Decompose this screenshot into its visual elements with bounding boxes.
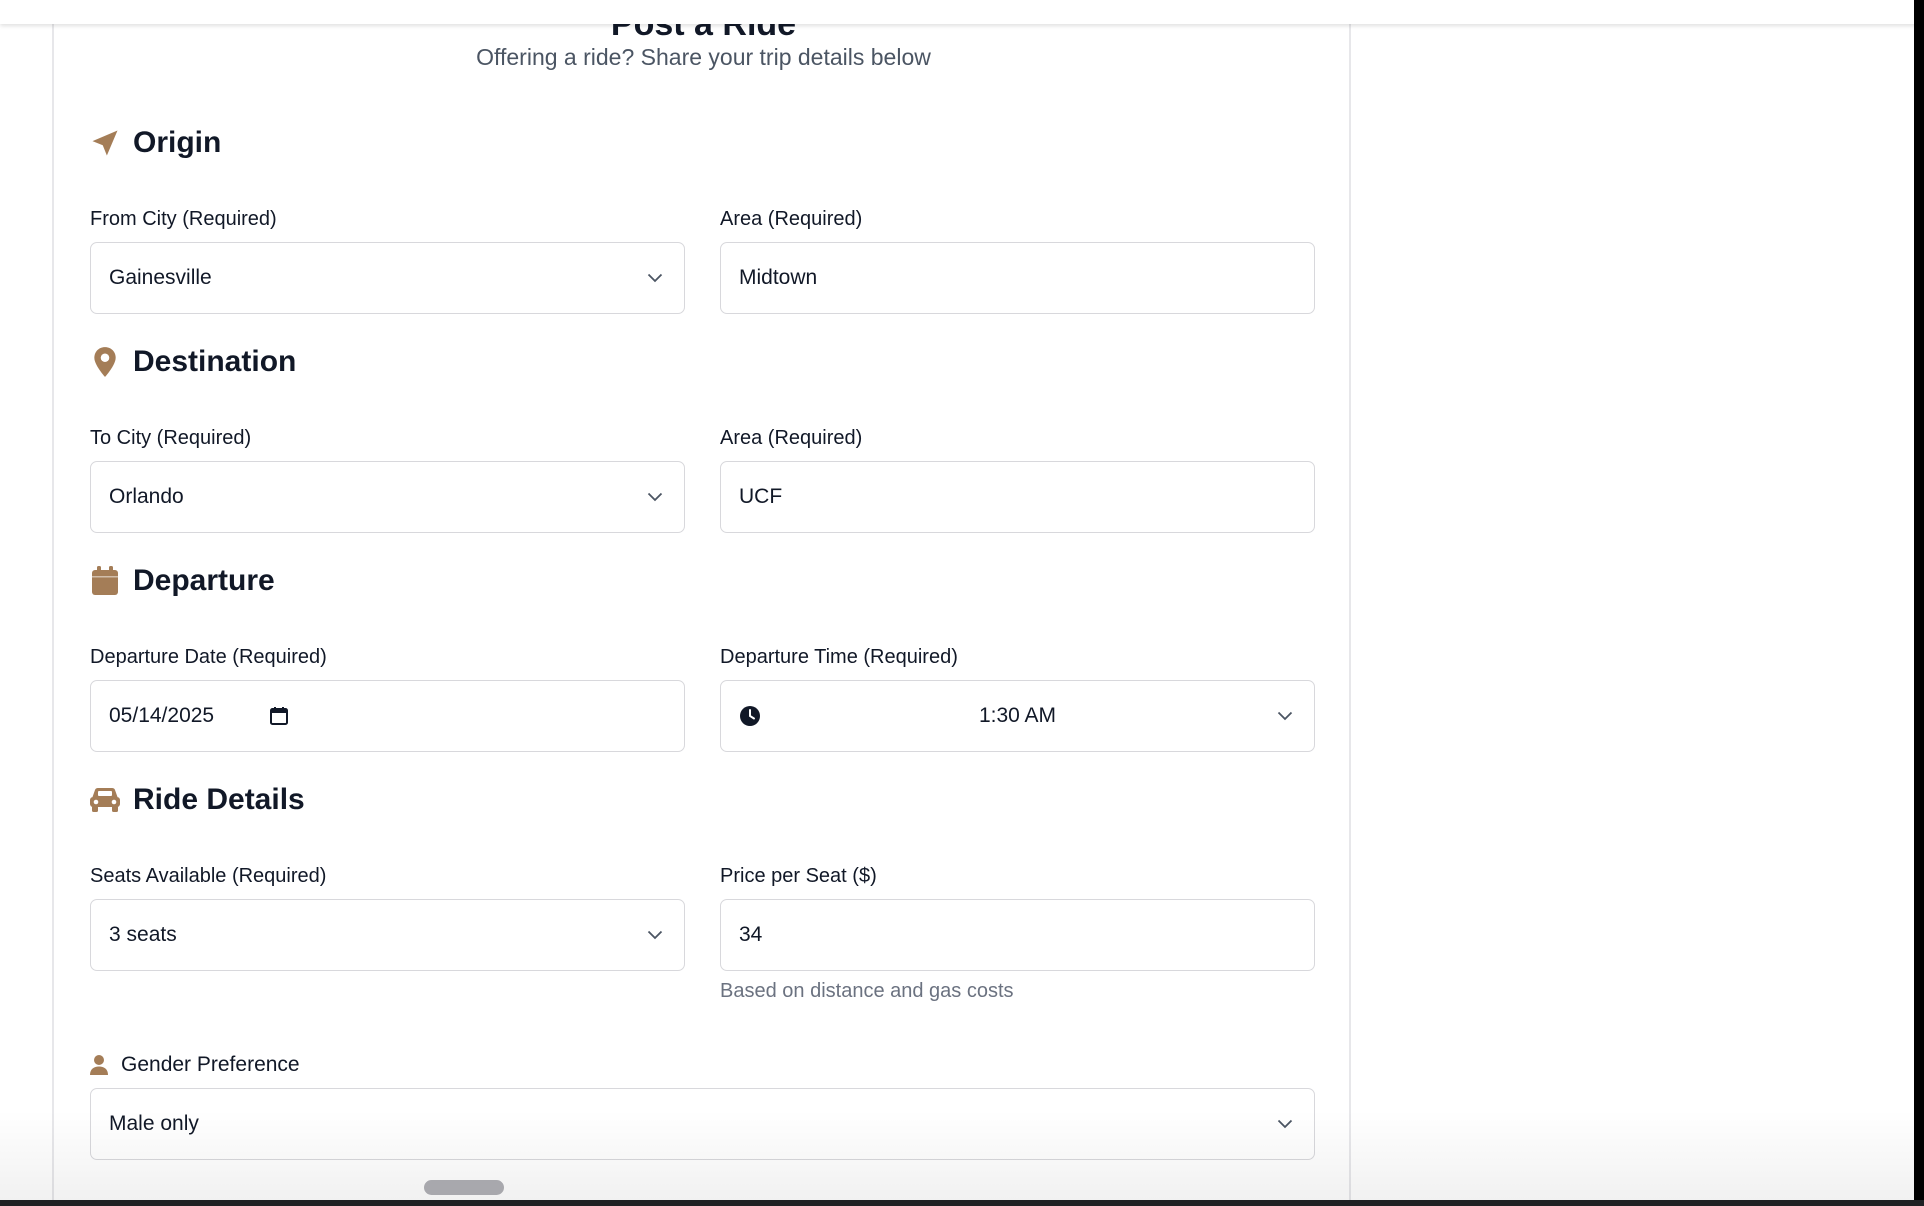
gender-preference-header: Gender Preference [89,1051,300,1079]
departure-date-value: 05/14/2025 [109,704,215,727]
location-arrow-icon [89,127,121,159]
window-bottom-edge [0,1200,1924,1206]
to-city-value: Orlando [109,485,184,508]
from-city-value: Gainesville [109,266,212,289]
horizontal-scrollbar-thumb[interactable] [424,1180,504,1195]
map-pin-icon [89,346,121,378]
seats-select[interactable]: 3 seats [90,899,685,971]
departure-time-select[interactable]: 1:30 AM [720,680,1315,752]
departure-date-label: Departure Date (Required) [90,646,327,668]
origin-area-input[interactable]: Midtown [720,242,1315,314]
to-city-select[interactable]: Orlando [90,461,685,533]
clock-icon [739,705,761,727]
seats-value: 3 seats [109,923,177,946]
departure-time-label: Departure Time (Required) [720,646,958,668]
browser-top-bar [0,0,1924,24]
chevron-down-icon [644,924,666,946]
price-value: 34 [739,923,763,946]
from-city-label: From City (Required) [90,208,277,230]
departure-title: Departure [133,564,275,597]
gender-preference-value: Male only [109,1112,199,1135]
price-hint: Based on distance and gas costs [720,980,1014,1002]
chevron-down-icon [644,486,666,508]
origin-section-header: Origin [89,123,221,163]
origin-title: Origin [133,126,222,159]
destination-area-value: UCF [739,485,783,508]
person-icon [89,1054,109,1076]
destination-area-input[interactable]: UCF [720,461,1315,533]
origin-area-value: Midtown [739,266,818,289]
departure-section-header: Departure [89,561,275,601]
from-city-select[interactable]: Gainesville [90,242,685,314]
to-city-label: To City (Required) [90,427,252,449]
seats-label: Seats Available (Required) [90,865,327,887]
calendar-picker-icon[interactable] [269,706,289,726]
price-label: Price per Seat ($) [720,865,877,887]
calendar-icon [89,565,121,597]
post-ride-form: Post a Ride Offering a ride? Share your … [52,0,1351,1206]
departure-time-value: 1:30 AM [978,704,1057,727]
gender-preference-select[interactable]: Male only [90,1088,1315,1160]
chevron-down-icon [644,267,666,289]
price-input[interactable]: 34 [720,899,1315,971]
destination-section-header: Destination [89,342,296,382]
ride-details-title: Ride Details [133,783,305,816]
gender-preference-label: Gender Preference [121,1053,300,1076]
origin-area-label: Area (Required) [720,208,863,230]
destination-title: Destination [133,345,297,378]
chevron-down-icon [1274,705,1296,727]
destination-area-label: Area (Required) [720,427,863,449]
chevron-down-icon [1274,1113,1296,1135]
page-subtitle: Offering a ride? Share your trip details… [476,44,931,70]
ride-details-section-header: Ride Details [89,780,305,820]
departure-date-input[interactable]: 05/14/2025 [90,680,685,752]
car-icon [89,784,121,816]
window-edge [1914,0,1924,1206]
